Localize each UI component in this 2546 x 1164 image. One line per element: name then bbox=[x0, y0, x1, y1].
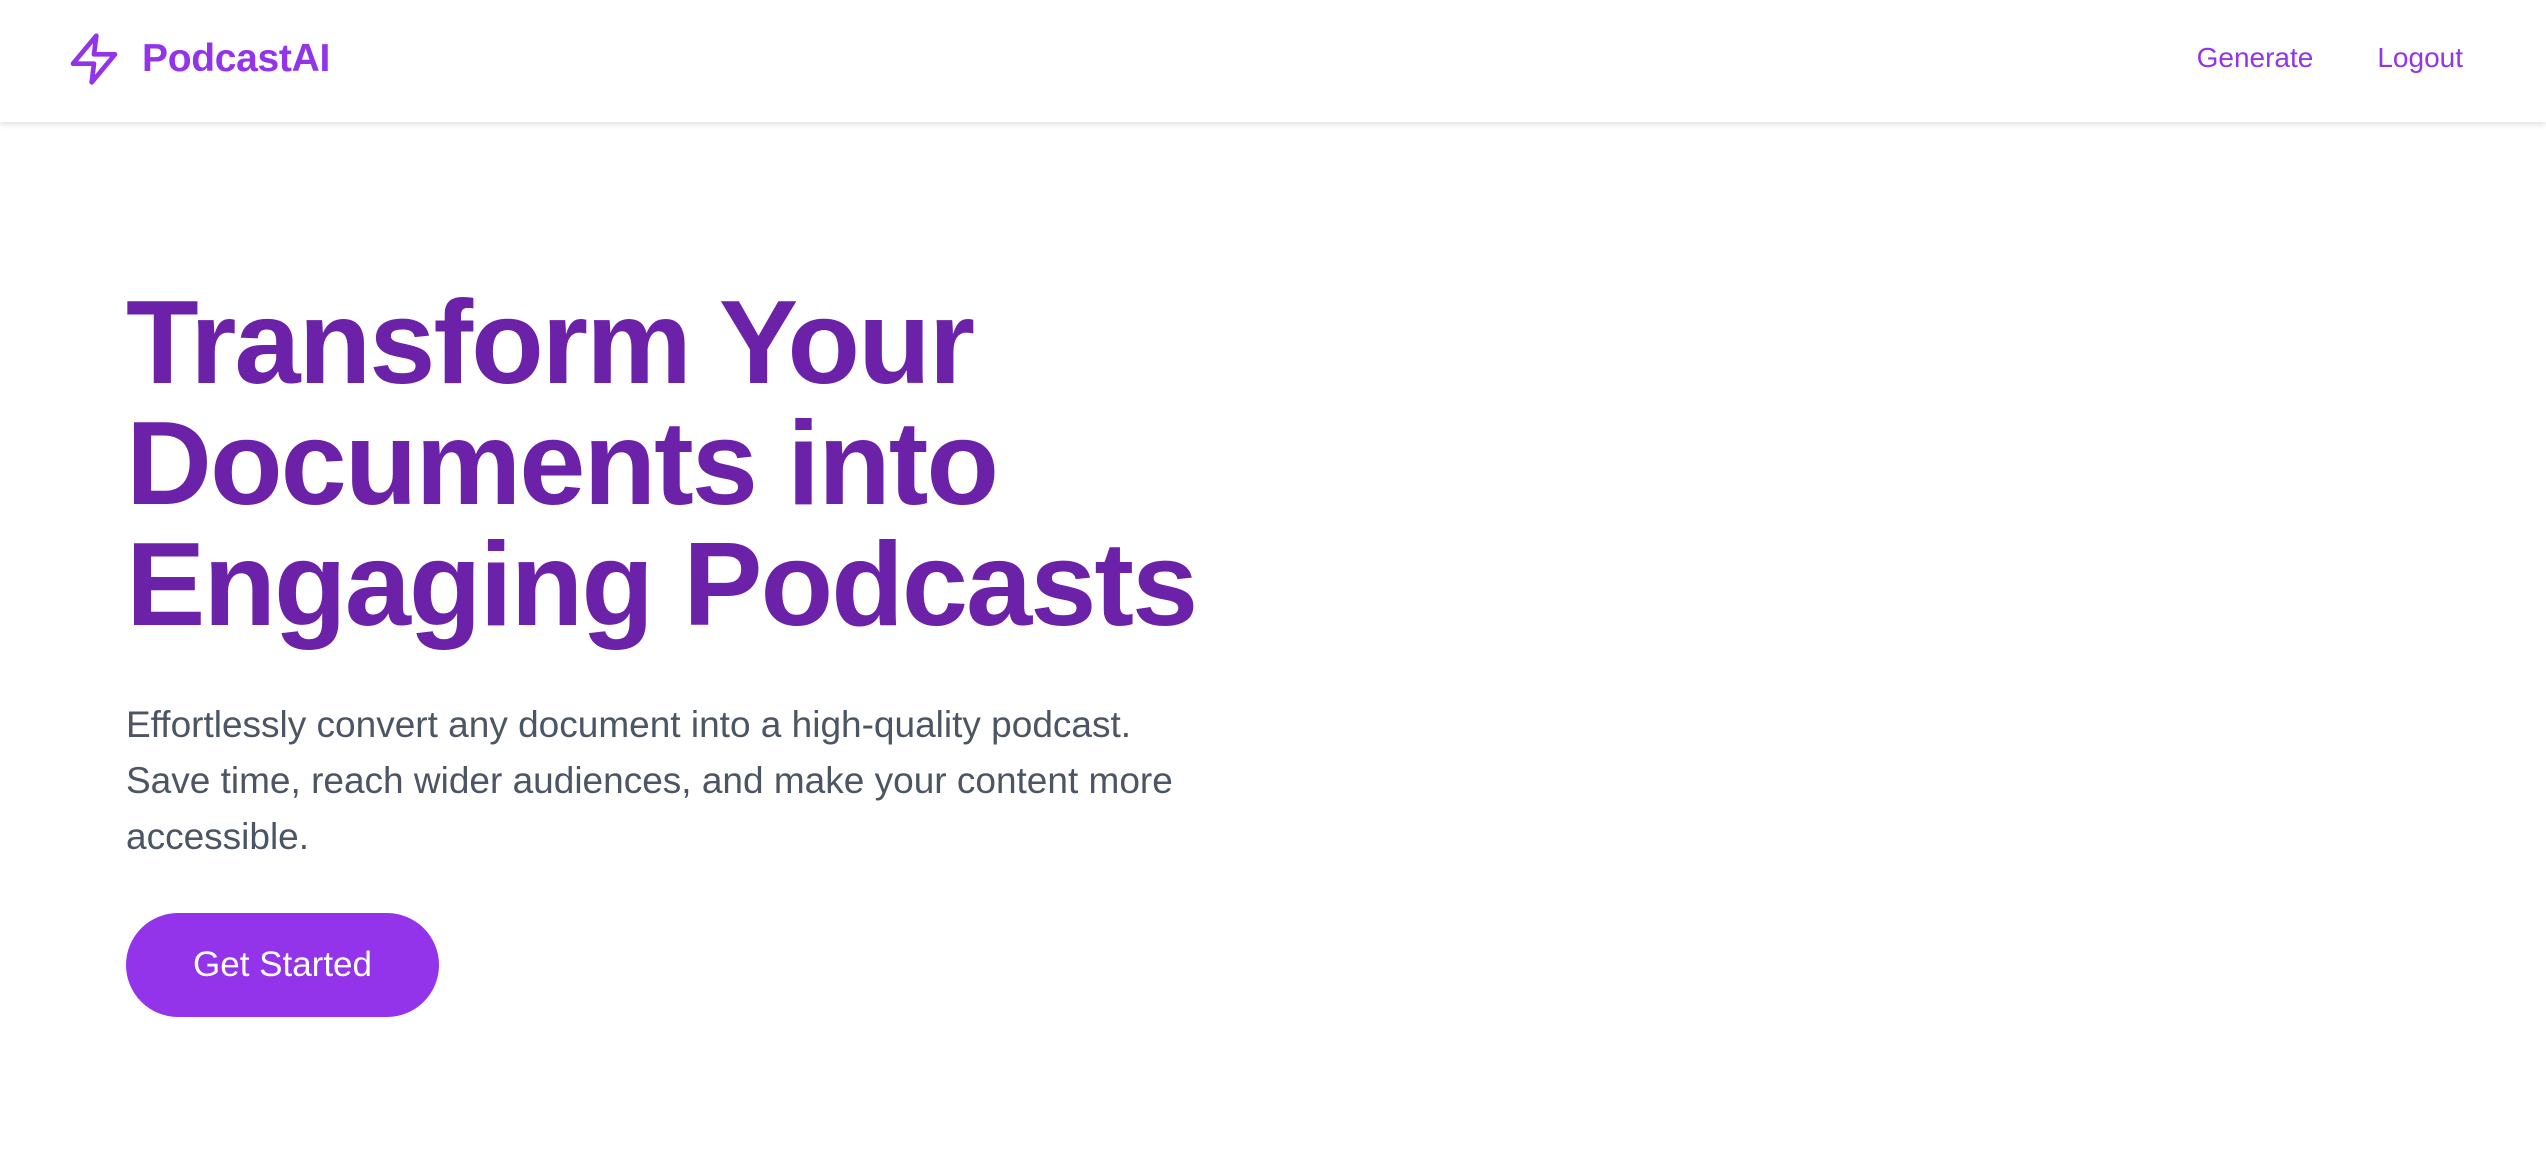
brand-name: PodcastAI bbox=[142, 37, 331, 80]
hero-title-line: Transform Your bbox=[126, 276, 975, 409]
hero-title-line: Engaging Podcasts bbox=[126, 518, 1198, 651]
hero-title-line: Documents into bbox=[126, 397, 999, 530]
nav-generate-link[interactable]: Generate bbox=[2197, 42, 2314, 74]
get-started-button[interactable]: Get Started bbox=[126, 913, 439, 1017]
hero-section: Transform Your Documents into Engaging P… bbox=[126, 282, 1276, 1017]
main-nav: Generate Logout bbox=[2197, 0, 2463, 116]
nav-logout-link[interactable]: Logout bbox=[2377, 42, 2463, 74]
hero-subtitle: Effortlessly convert any document into a… bbox=[126, 697, 1256, 865]
hero-title: Transform Your Documents into Engaging P… bbox=[126, 282, 1276, 645]
brand-logo-link[interactable]: PodcastAI bbox=[66, 27, 330, 91]
hero-subtitle-line: accessible. bbox=[126, 816, 310, 857]
top-navbar: PodcastAI Generate Logout bbox=[0, 0, 2546, 122]
hero-subtitle-line: Effortlessly convert any document into a… bbox=[126, 704, 1132, 745]
lightning-bolt-icon bbox=[66, 31, 122, 87]
hero-subtitle-line: Save time, reach wider audiences, and ma… bbox=[126, 760, 1173, 801]
